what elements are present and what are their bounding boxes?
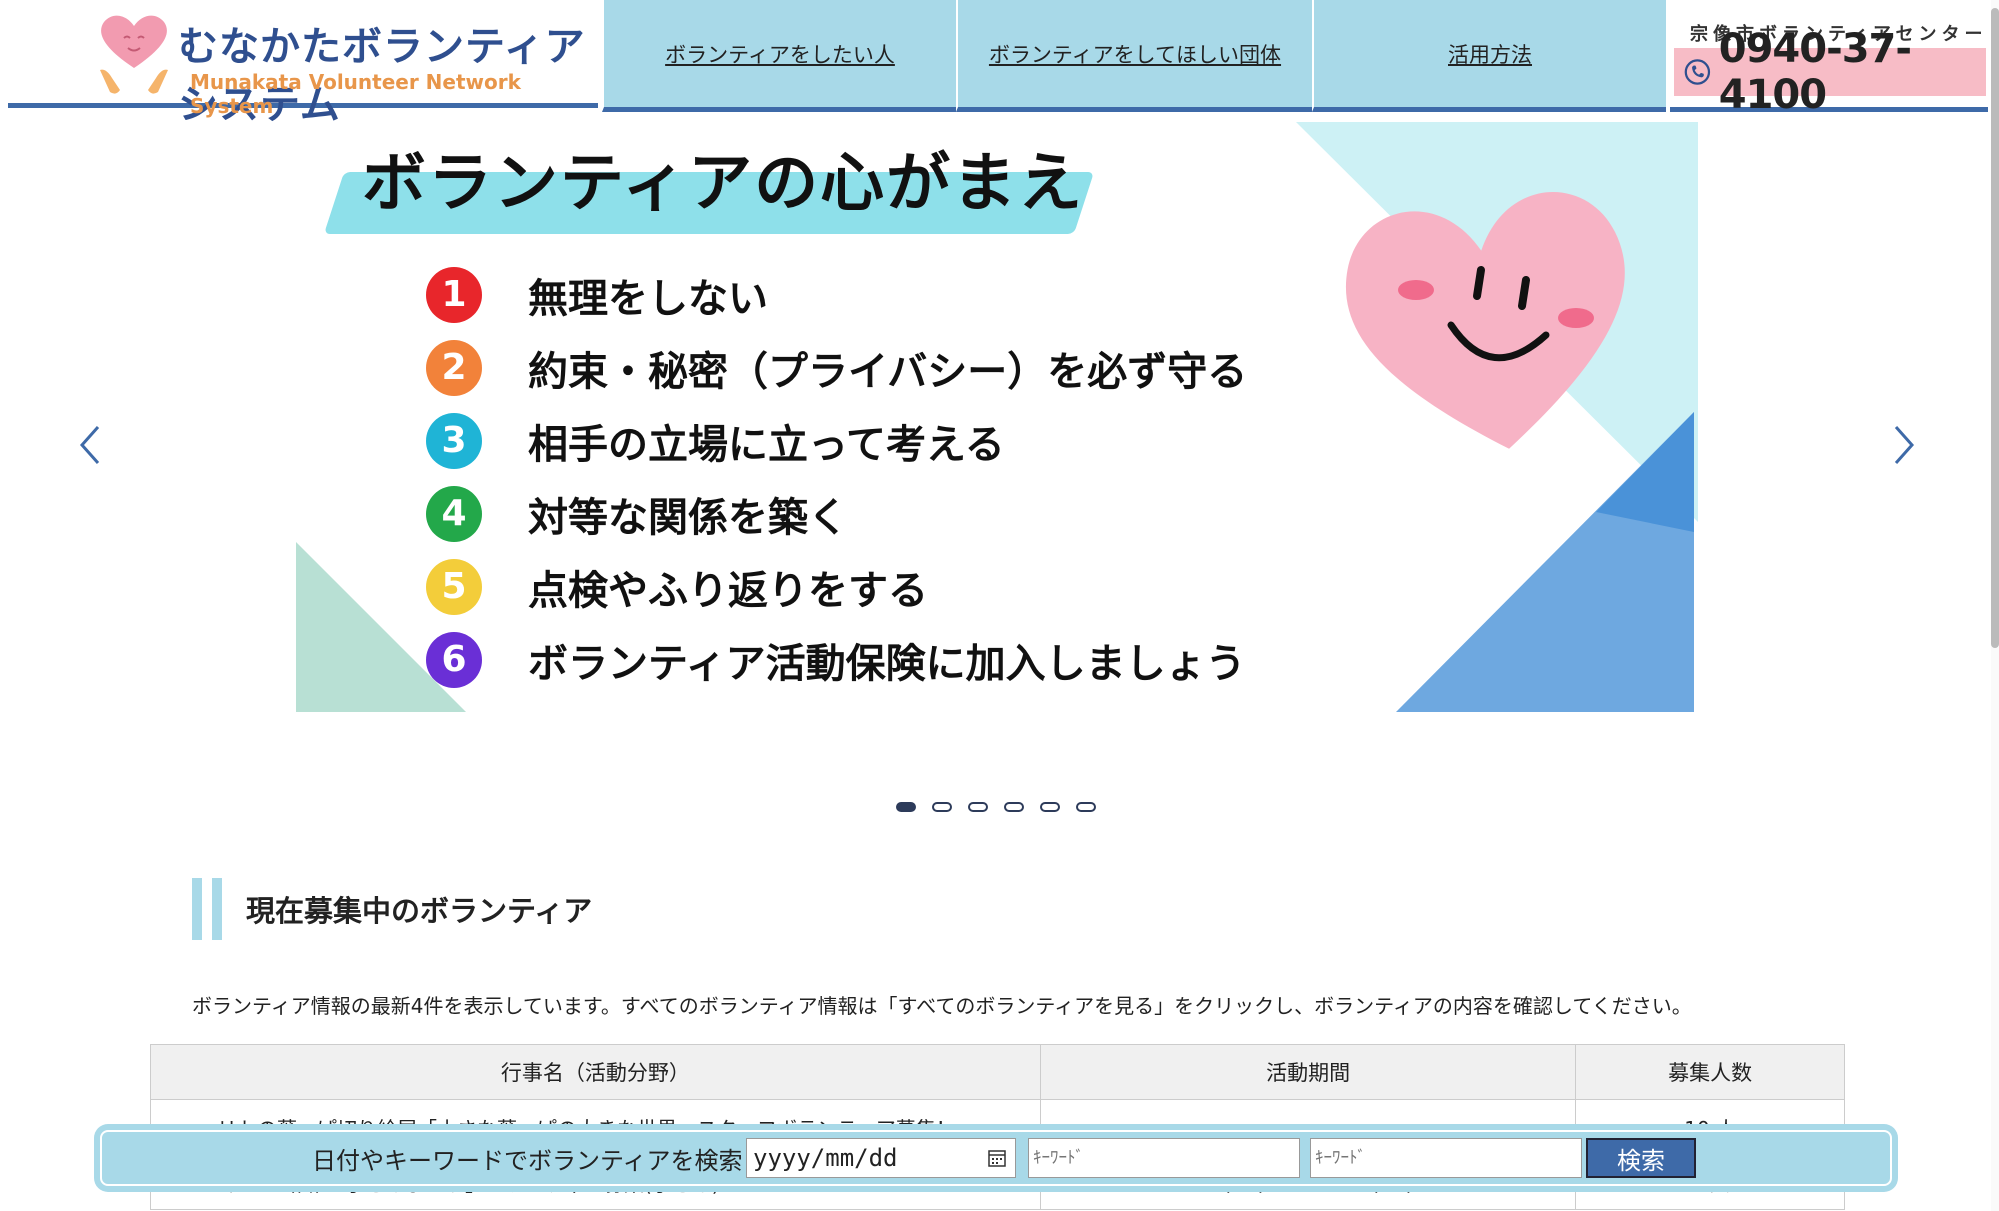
rule-text: 無理をしない xyxy=(528,275,768,322)
slide-volunteer-mindset: ボランティアの心がまえ 1 無理をしない 2 約束・秘密（プライバシー）を必ず守… xyxy=(296,122,1698,712)
rule-item: 3 相手の立場に立って考える xyxy=(426,404,1247,477)
rule-text: 相手の立場に立って考える xyxy=(528,421,1005,468)
phone-icon xyxy=(1684,59,1711,85)
search-bar: 日付やキーワードでボランティアを検索 yyyy/mm/dd 検索 xyxy=(94,1124,1898,1192)
rule-number-badge: 2 xyxy=(426,339,482,396)
scrollbar-thumb[interactable] xyxy=(1991,8,1999,648)
col-header-event: 行事名（活動分野） xyxy=(150,1044,1041,1100)
slider-dot[interactable] xyxy=(968,802,988,812)
keyword-input-1[interactable] xyxy=(1028,1138,1300,1178)
nav-label[interactable]: ボランティアをしたい人 xyxy=(665,39,895,69)
section-intro: ボランティア情報の最新4件を表示しています。すべてのボランティア情報は「すべての… xyxy=(192,994,1692,1018)
nav-label[interactable]: ボランティアをしてほしい団体 xyxy=(989,39,1281,69)
col-header-period: 活動期間 xyxy=(1039,1044,1577,1100)
rule-number-badge: 6 xyxy=(426,631,482,688)
rule-text: 対等な関係を築く xyxy=(528,494,848,541)
page-scrollbar[interactable] xyxy=(1991,0,1999,1211)
slider-dot[interactable] xyxy=(1040,802,1060,812)
chevron-right-icon[interactable] xyxy=(1884,415,1924,475)
keyword-input-2[interactable] xyxy=(1310,1138,1582,1178)
date-input[interactable]: yyyy/mm/dd xyxy=(746,1138,1016,1178)
rule-number-badge: 5 xyxy=(426,558,482,615)
rule-list: 1 無理をしない 2 約束・秘密（プライバシー）を必ず守る 3 相手の立場に立っ… xyxy=(426,258,1247,696)
site-logo[interactable]: むなかたボランティアシステム Munakata Volunteer Networ… xyxy=(8,0,598,128)
chevron-left-icon[interactable] xyxy=(70,415,110,475)
site-header: むなかたボランティアシステム Munakata Volunteer Networ… xyxy=(0,0,1999,128)
slide-title: ボランティアの心がまえ xyxy=(362,147,1085,221)
slider-dot[interactable] xyxy=(932,802,952,812)
date-input-value: yyyy/mm/dd xyxy=(753,1144,898,1172)
rule-text: 点検やふり返りをする xyxy=(528,567,928,614)
rule-number-badge: 3 xyxy=(426,412,482,469)
search-label: 日付やキーワードでボランティアを検索 xyxy=(312,1146,743,1175)
heart-hands-logo-icon xyxy=(100,15,168,94)
rule-number-badge: 4 xyxy=(426,485,482,542)
heading-bar xyxy=(192,878,202,940)
slider-pagination xyxy=(896,802,1096,812)
slider-dot[interactable] xyxy=(1076,802,1096,812)
rule-number-badge: 1 xyxy=(426,266,482,323)
calendar-icon[interactable] xyxy=(987,1148,1007,1168)
smiling-heart-icon xyxy=(1346,191,1625,449)
contact-box: 宗像市ボランティアセンター 0940-37-4100 xyxy=(1670,0,1988,118)
table-header-row: 行事名（活動分野） 活動期間 募集人数 xyxy=(150,1044,1845,1100)
search-button[interactable]: 検索 xyxy=(1586,1138,1696,1178)
rule-text: 約束・秘密（プライバシー）を必ず守る xyxy=(528,348,1248,395)
slider-dot[interactable] xyxy=(896,802,916,812)
col-header-count: 募集人数 xyxy=(1575,1044,1845,1100)
heading-bar xyxy=(212,878,222,940)
hero-slider: ボランティアの心がまえ 1 無理をしない 2 約束・秘密（プライバシー）を必ず守… xyxy=(0,120,1999,820)
rule-item: 2 約束・秘密（プライバシー）を必ず守る xyxy=(426,331,1247,404)
section-heading: 現在募集中のボランティア xyxy=(192,878,592,940)
phone-number: 0940-37-4100 xyxy=(1718,26,1912,118)
rule-item: 1 無理をしない xyxy=(426,258,1247,331)
phone-badge[interactable]: 0940-37-4100 xyxy=(1674,26,1986,118)
search-bar-inner: 日付やキーワードでボランティアを検索 yyyy/mm/dd 検索 xyxy=(100,1130,1892,1186)
rule-item: 4 対等な関係を築く xyxy=(426,477,1247,550)
nav-how-to-use[interactable]: 活用方法 xyxy=(1312,0,1666,112)
nav-label[interactable]: 活用方法 xyxy=(1448,39,1532,69)
rule-text: ボランティア活動保険に加入しましょう xyxy=(528,640,1246,687)
nav-want-to-volunteer[interactable]: ボランティアをしたい人 xyxy=(602,0,956,112)
main-nav: ボランティアをしたい人 ボランティアをしてほしい団体 活用方法 xyxy=(602,0,1666,112)
slider-dot[interactable] xyxy=(1004,802,1024,812)
rule-item: 6 ボランティア活動保険に加入しましょう xyxy=(426,623,1247,696)
rule-item: 5 点検やふり返りをする xyxy=(426,550,1247,623)
nav-organizations[interactable]: ボランティアをしてほしい団体 xyxy=(956,0,1312,112)
section-title: 現在募集中のボランティア xyxy=(246,894,593,928)
logo-title-en: Munakata Volunteer Network System xyxy=(190,70,521,118)
